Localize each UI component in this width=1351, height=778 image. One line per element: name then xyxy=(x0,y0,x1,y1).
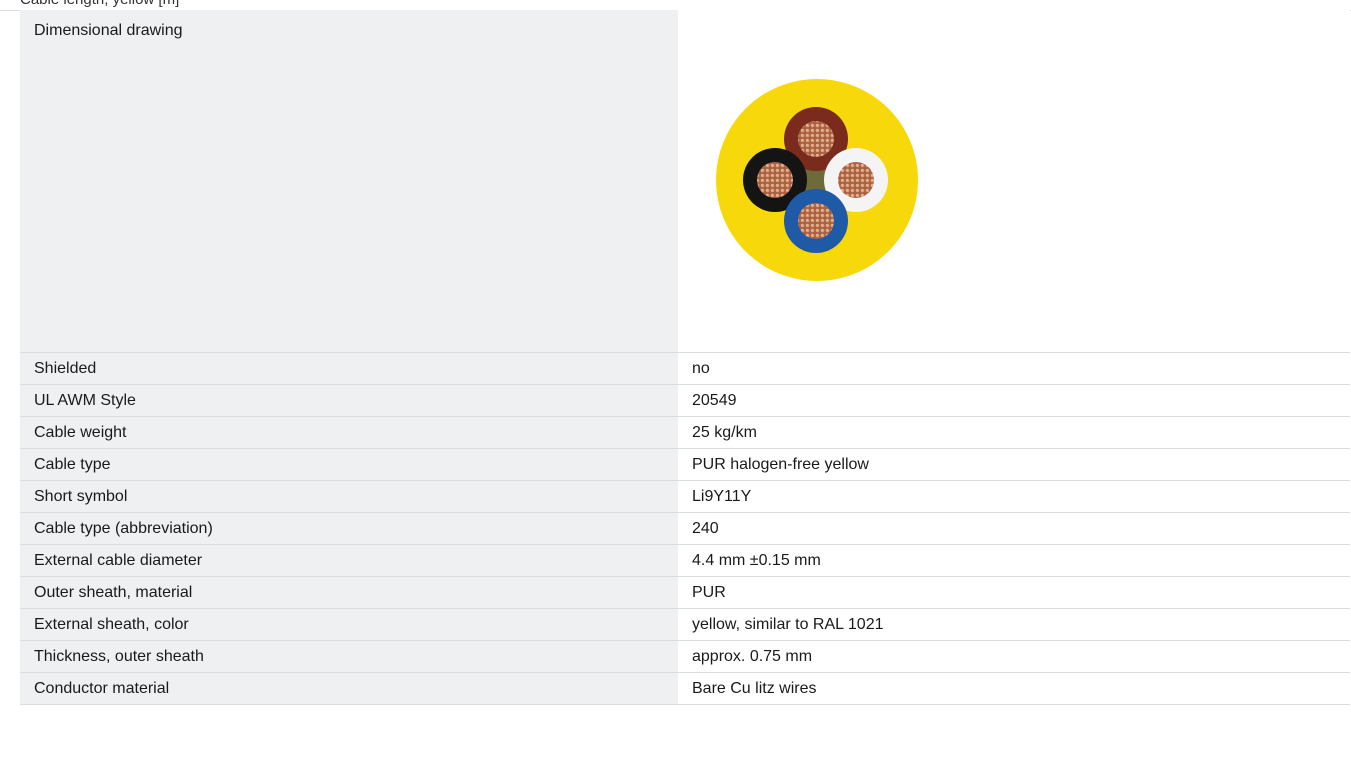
cable-cross-section-image xyxy=(716,79,918,281)
spec-value: PUR halogen-free yellow xyxy=(678,448,1350,481)
table-row: Cable weight 25 kg/km xyxy=(20,416,1350,449)
table-row: External sheath, color yellow, similar to… xyxy=(20,608,1350,641)
table-row: Dimensional drawing xyxy=(20,10,1350,353)
conductor xyxy=(798,121,834,157)
spec-value: PUR xyxy=(678,576,1350,609)
spec-label: Shielded xyxy=(20,352,678,385)
drawing-label: Dimensional drawing xyxy=(20,10,678,353)
table-row: Cable type PUR halogen-free yellow xyxy=(20,448,1350,481)
spec-label: Short symbol xyxy=(20,480,678,513)
spec-label: Thickness, outer sheath xyxy=(20,640,678,673)
table-row: Thickness, outer sheath approx. 0.75 mm xyxy=(20,640,1350,673)
spec-label: Cable type (abbreviation) xyxy=(20,512,678,545)
spec-value: yellow, similar to RAL 1021 xyxy=(678,608,1350,641)
spec-value: 20549 xyxy=(678,384,1350,417)
spec-label: External sheath, color xyxy=(20,608,678,641)
conductor xyxy=(798,203,834,239)
spec-label: Conductor material xyxy=(20,672,678,705)
spec-value: no xyxy=(678,352,1350,385)
table-row: Conductor material Bare Cu litz wires xyxy=(20,672,1350,705)
spec-value: Li9Y11Y xyxy=(678,480,1350,513)
table-row: UL AWM Style 20549 xyxy=(20,384,1350,417)
table-row: Cable type (abbreviation) 240 xyxy=(20,512,1350,545)
conductor xyxy=(838,162,874,198)
spec-value: approx. 0.75 mm xyxy=(678,640,1350,673)
conductor xyxy=(757,162,793,198)
table-row: Outer sheath, material PUR xyxy=(20,576,1350,609)
drawing-cell xyxy=(678,10,1350,353)
table-row: Short symbol Li9Y11Y xyxy=(20,480,1350,513)
table-row: External cable diameter 4.4 mm ±0.15 mm xyxy=(20,544,1350,577)
specifications-table: Dimensional drawing Shielded no UL AWM S… xyxy=(20,10,1350,705)
spec-value: 25 kg/km xyxy=(678,416,1350,449)
spec-value: 4.4 mm ±0.15 mm xyxy=(678,544,1350,577)
spec-label: Cable weight xyxy=(20,416,678,449)
table-row: Shielded no xyxy=(20,352,1350,385)
cut-off-heading: Cable length; yellow [m] xyxy=(20,0,179,8)
spec-label: UL AWM Style xyxy=(20,384,678,417)
spec-value: 240 xyxy=(678,512,1350,545)
spec-label: External cable diameter xyxy=(20,544,678,577)
spec-label: Cable type xyxy=(20,448,678,481)
spec-label: Outer sheath, material xyxy=(20,576,678,609)
page: Cable length; yellow [m] Dimensional dra… xyxy=(0,0,1351,778)
spec-value: Bare Cu litz wires xyxy=(678,672,1350,705)
